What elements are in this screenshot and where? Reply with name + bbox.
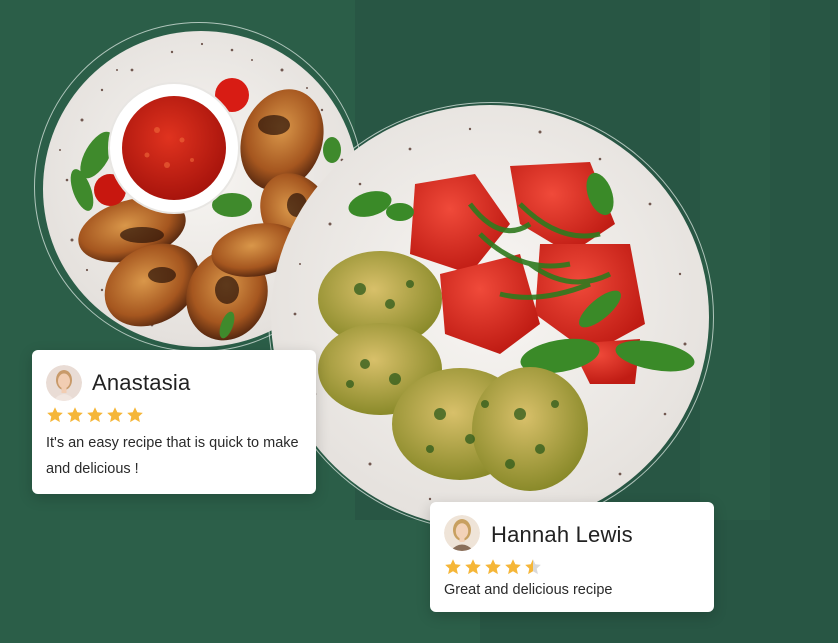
star-icon: [465, 559, 481, 575]
star-icon: [107, 407, 123, 423]
star-icon: [67, 407, 83, 423]
review-text: It's an easy recipe that is quick to mak…: [46, 435, 299, 477]
review-card: Hannah Lewis Great and delicious recipe: [430, 502, 714, 612]
star-icon: [505, 559, 521, 575]
background-panel: [60, 520, 480, 643]
background-panel: [700, 0, 770, 520]
star-icon: [485, 559, 501, 575]
spinach-fritters-tomato-plate-image: [271, 105, 709, 529]
woman-avatar-icon: [444, 515, 480, 551]
star-icon: [127, 407, 143, 423]
review-card: Anastasia It's an easy recipe that is qu…: [32, 350, 316, 494]
review-text: Great and delicious recipe: [444, 582, 613, 598]
reviewer-name: Hannah Lewis: [491, 522, 633, 547]
star-rating: [46, 406, 144, 424]
star-icon: [47, 407, 63, 423]
star-icon: [445, 559, 461, 575]
reviewer-name: Anastasia: [92, 370, 191, 395]
star-icon: [525, 559, 541, 575]
star-rating: [444, 558, 542, 576]
star-icon: [87, 407, 103, 423]
woman-avatar-icon: [46, 365, 82, 401]
